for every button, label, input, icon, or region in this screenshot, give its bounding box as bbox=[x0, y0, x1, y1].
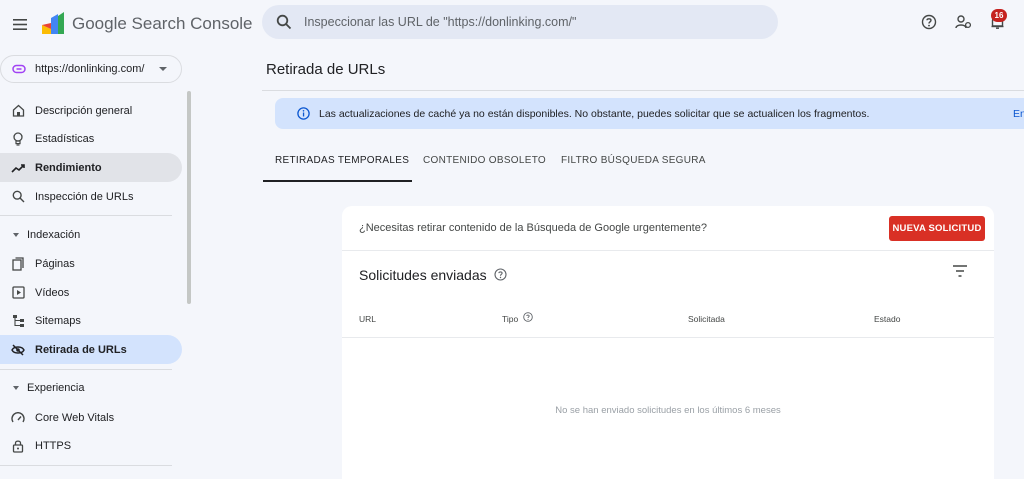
tab-safesearch-filter[interactable]: FILTRO BÚSQUEDA SEGURA bbox=[561, 155, 706, 182]
property-label: https://donlinking.com/ bbox=[35, 63, 145, 75]
info-banner: Las actualizaciones de caché ya no están… bbox=[275, 98, 1024, 129]
tab-temporary-removals[interactable]: RETIRADAS TEMPORALES bbox=[275, 155, 409, 182]
sidebar-item-videos[interactable]: Vídeos bbox=[0, 278, 182, 307]
sidebar-section-experience[interactable]: Experiencia bbox=[0, 378, 182, 398]
app-header: Google Search Console 16 bbox=[0, 0, 1024, 48]
banner-text: Las actualizaciones de caché ya no están… bbox=[319, 108, 870, 120]
sidebar-item-overview[interactable]: Descripción general bbox=[0, 96, 182, 125]
filter-icon[interactable] bbox=[952, 264, 968, 278]
help-circle-icon[interactable] bbox=[523, 312, 533, 322]
search-input[interactable] bbox=[304, 15, 778, 29]
notifications-count-badge: 16 bbox=[991, 9, 1007, 22]
column-header-type[interactable]: Tipo bbox=[502, 314, 518, 324]
sidebar-item-removals[interactable]: Retirada de URLs bbox=[0, 335, 182, 364]
sidebar-item-pages[interactable]: Páginas bbox=[0, 249, 182, 278]
new-request-button[interactable]: NUEVA SOLICITUD bbox=[889, 216, 985, 241]
chevron-down-icon bbox=[159, 67, 167, 71]
sidebar-item-sitemaps[interactable]: Sitemaps bbox=[0, 306, 182, 335]
manage-users-icon[interactable] bbox=[953, 12, 973, 32]
column-header-url[interactable]: URL bbox=[359, 314, 376, 324]
sidebar-item-label: Páginas bbox=[35, 257, 75, 270]
search-icon bbox=[11, 190, 25, 204]
menu-icon[interactable] bbox=[8, 12, 32, 36]
sidebar-item-label: Estadísticas bbox=[35, 132, 95, 145]
sidebar-item-label: Retirada de URLs bbox=[35, 343, 127, 356]
gauge-icon bbox=[11, 411, 25, 425]
urgent-removal-question: ¿Necesitas retirar contenido de la Búsqu… bbox=[359, 222, 707, 234]
submitted-requests-title: Solicitudes enviadas bbox=[359, 267, 487, 283]
tab-outdated-content[interactable]: CONTENIDO OBSOLETO bbox=[423, 155, 546, 182]
requests-card: ¿Necesitas retirar contenido de la Búsqu… bbox=[342, 206, 994, 479]
eye-off-icon bbox=[11, 343, 25, 357]
link-icon bbox=[12, 64, 26, 74]
banner-link[interactable]: En bbox=[1013, 108, 1024, 120]
column-header-status[interactable]: Estado bbox=[874, 314, 900, 324]
sidebar-item-label: Descripción general bbox=[35, 104, 133, 117]
sitemap-icon bbox=[11, 314, 25, 328]
active-tab-indicator bbox=[263, 180, 412, 182]
pages-icon bbox=[11, 256, 25, 271]
home-icon bbox=[11, 104, 25, 118]
help-circle-icon[interactable] bbox=[494, 268, 507, 281]
sidebar-item-label: Inspección de URLs bbox=[35, 190, 134, 203]
sidebar-item-label: Vídeos bbox=[35, 286, 70, 299]
trending-up-icon bbox=[11, 161, 25, 175]
search-icon bbox=[276, 14, 292, 30]
sidebar-item-label: Sitemaps bbox=[35, 314, 81, 327]
url-inspection-search[interactable] bbox=[262, 5, 778, 39]
sidebar-item-core-web-vitals[interactable]: Core Web Vitals bbox=[0, 403, 182, 432]
video-icon bbox=[11, 286, 25, 300]
sidebar-divider bbox=[0, 215, 172, 216]
info-icon bbox=[297, 107, 310, 120]
empty-state-message: No se han enviado solicitudes en los últ… bbox=[555, 405, 781, 416]
lightbulb-icon bbox=[11, 131, 25, 146]
sidebar-section-title: Indexación bbox=[27, 229, 81, 241]
sidebar-item-insights[interactable]: Estadísticas bbox=[0, 124, 182, 153]
sidebar-section-title: Experiencia bbox=[27, 382, 85, 394]
table-header-divider bbox=[342, 337, 994, 338]
page-title: Retirada de URLs bbox=[266, 61, 386, 78]
sidebar-divider bbox=[0, 369, 172, 370]
help-icon[interactable] bbox=[919, 12, 939, 32]
header-divider bbox=[262, 90, 1024, 91]
sidebar-divider bbox=[0, 465, 172, 466]
property-selector[interactable]: https://donlinking.com/ bbox=[0, 55, 182, 83]
sidebar-item-label: HTTPS bbox=[35, 439, 72, 452]
card-divider bbox=[342, 250, 994, 251]
column-header-requested[interactable]: Solicitada bbox=[688, 314, 725, 324]
search-console-logo-icon[interactable] bbox=[40, 10, 66, 36]
app-title[interactable]: Google Search Console bbox=[72, 14, 253, 34]
sidebar-item-label: Core Web Vitals bbox=[35, 411, 115, 424]
lock-icon bbox=[11, 439, 25, 453]
sidebar-item-performance[interactable]: Rendimiento bbox=[0, 153, 182, 182]
sidebar-item-url-inspection[interactable]: Inspección de URLs bbox=[0, 182, 182, 211]
sidebar-section-indexing[interactable]: Indexación bbox=[0, 225, 182, 245]
sidebar-item-https[interactable]: HTTPS bbox=[0, 431, 182, 460]
sidebar-item-label: Rendimiento bbox=[35, 161, 102, 174]
caret-down-icon bbox=[13, 386, 19, 390]
sidebar-scrollbar[interactable] bbox=[187, 91, 191, 304]
caret-down-icon bbox=[13, 233, 19, 237]
